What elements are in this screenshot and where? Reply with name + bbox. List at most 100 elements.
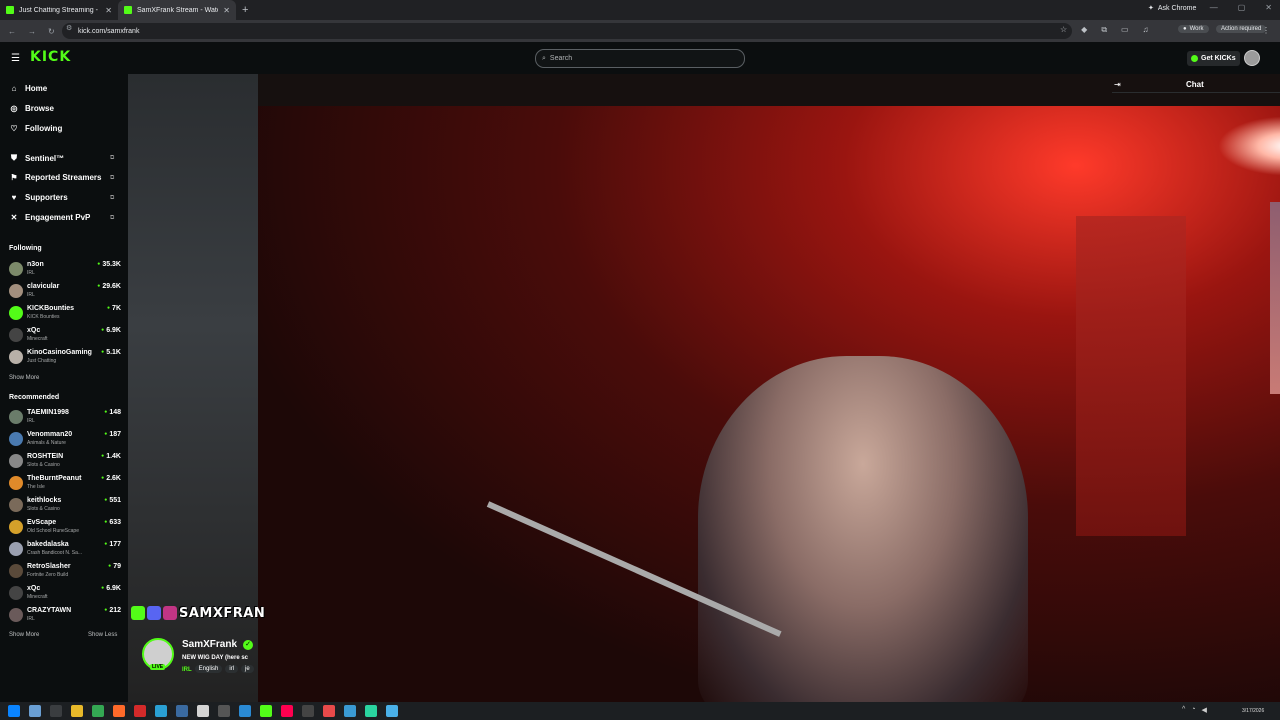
back-icon[interactable]: ← — [8, 27, 16, 36]
maximize-icon[interactable]: ▢ — [1238, 3, 1246, 12]
user-avatar[interactable] — [1244, 50, 1260, 66]
instagram-icon — [163, 606, 177, 620]
flag-icon: ⚑ — [10, 173, 18, 182]
calculator-icon[interactable] — [197, 705, 209, 717]
channel-item[interactable]: TheBurntPeanut The Isle 2.6K — [9, 474, 121, 494]
background-door — [1076, 216, 1186, 536]
video-player[interactable]: SAMXFRAN LIVE SamXFrank ✓ NEW WIG DAY (h… — [128, 74, 1280, 702]
app-icon[interactable] — [323, 705, 335, 717]
channel-item[interactable]: keithlocks Slots & Casino 551 — [9, 496, 121, 516]
browser-toolbar: ← → ↻ kick.com/samxfrank ⚙ ☆ ◆ ⧉ ▭ ♫ ● W… — [0, 20, 1280, 42]
site-info-icon[interactable]: ⚙ — [66, 24, 72, 32]
puzzle-icon[interactable]: ⧉ — [1101, 25, 1107, 35]
taskbar-clock[interactable]: 3/17/2026 — [1242, 708, 1264, 714]
reload-icon[interactable]: ↻ — [48, 27, 55, 36]
sidebar-item-engagement-pvp[interactable]: ✕ Engagement PvP — [9, 213, 91, 222]
channel-name: Venomman20 — [27, 431, 73, 438]
sidebar-item-home[interactable]: ⌂ Home — [9, 84, 48, 93]
minimize-icon[interactable]: — — [1210, 3, 1218, 12]
channel-item[interactable]: KICKBounties KICK Bounties 7K — [9, 304, 121, 324]
channel-category: IRL — [27, 418, 35, 424]
sidebar-item-reported-streamers[interactable]: ⚑ Reported Streamers — [9, 173, 101, 182]
channel-name: RetroSlasher — [27, 563, 71, 570]
ask-chrome-button[interactable]: ✦ Ask Chrome — [1148, 4, 1196, 13]
channel-item[interactable]: clavicular IRL 29.6K — [9, 282, 121, 302]
kick-header: ☰ KICK ⌕ Search Get KICKs — [0, 42, 1280, 74]
app-icon[interactable] — [239, 705, 251, 717]
browser-tab[interactable]: Just Chatting Streaming - Live ✕ — [0, 0, 118, 20]
extension-icon[interactable]: ◆ — [1081, 25, 1087, 35]
hamburger-menu-icon[interactable]: ☰ — [11, 53, 20, 64]
channel-item[interactable]: CRAZYTAWN IRL 212 — [9, 606, 121, 626]
channel-item[interactable]: RetroSlasher Fortnite Zero Build 79 — [9, 562, 121, 582]
sidebar-item-following[interactable]: ♡ Following — [9, 124, 62, 133]
windows-start-icon[interactable] — [8, 705, 20, 717]
app-icon[interactable] — [344, 705, 356, 717]
new-tab-button[interactable]: + — [236, 4, 254, 16]
search-input[interactable]: ⌕ Search — [535, 49, 745, 68]
browser-menu-icon[interactable]: ⋮ — [1262, 26, 1270, 35]
copilot-icon[interactable] — [29, 705, 41, 717]
channel-item[interactable]: TAEMIN1998 IRL 148 — [9, 408, 121, 428]
media-icon[interactable]: ♫ — [1143, 25, 1149, 35]
app-icon[interactable] — [365, 705, 377, 717]
tag-chip[interactable]: je — [241, 665, 254, 673]
channel-item[interactable]: bakedalaska Crash Bandicoot N. Sa... 177 — [9, 540, 121, 560]
streamer-name[interactable]: SamXFrank — [182, 639, 237, 650]
app-icon[interactable] — [218, 705, 230, 717]
channel-category: Old School RuneScape — [27, 528, 79, 534]
file-explorer-icon[interactable] — [71, 705, 83, 717]
app-icon[interactable] — [302, 705, 314, 717]
channel-name: xQc — [27, 585, 41, 592]
volume-icon[interactable]: ◀ — [1202, 706, 1207, 714]
firefox-icon[interactable] — [113, 705, 125, 717]
action-required-button[interactable]: Action required — [1216, 25, 1267, 33]
sidebar-item-sentinel[interactable]: ⛊ Sentinel™ — [9, 153, 64, 163]
kick-logo[interactable]: KICK — [30, 49, 71, 65]
kicks-coin-icon — [1191, 55, 1198, 62]
wifi-icon[interactable]: ◔ — [1191, 706, 1195, 714]
bookmark-star-icon[interactable]: ☆ — [1060, 25, 1067, 35]
tiktok-icon[interactable] — [281, 705, 293, 717]
channel-item[interactable]: xQc Minecraft 6.9K — [9, 326, 121, 346]
task-view-icon[interactable] — [50, 705, 62, 717]
home-icon: ⌂ — [11, 84, 17, 93]
address-bar[interactable]: kick.com/samxfrank — [62, 23, 1072, 39]
channel-item[interactable]: EvScape Old School RuneScape 633 — [9, 518, 121, 538]
opera-icon[interactable] — [134, 705, 146, 717]
channel-item[interactable]: xQc Minecraft 6.9K — [9, 584, 121, 604]
forward-icon[interactable]: → — [28, 27, 36, 36]
show-more-button[interactable]: Show More — [9, 632, 39, 638]
app-icon[interactable] — [386, 705, 398, 717]
profile-work-badge[interactable]: ● Work — [1178, 25, 1209, 33]
channel-name: CRAZYTAWN — [27, 607, 72, 614]
collapse-chat-icon[interactable]: ⇥ — [1114, 80, 1121, 89]
browser-tab-active[interactable]: SamXFrank Stream - Watch Liv ✕ — [118, 0, 236, 20]
heart-icon: ♥ — [11, 193, 17, 202]
channel-item[interactable]: n3on IRL 35.3K — [9, 260, 121, 280]
show-less-button[interactable]: Show Less — [88, 632, 117, 638]
edge-icon[interactable] — [155, 705, 167, 717]
channel-item[interactable]: Venomman20 Animals & Nature 187 — [9, 430, 121, 450]
photos-icon[interactable] — [176, 705, 188, 717]
tag-chip[interactable]: irl — [225, 665, 239, 673]
sidebar-item-browse[interactable]: ◎ Browse — [9, 104, 54, 113]
get-kicks-button[interactable]: Get KICKs — [1187, 51, 1240, 66]
channel-item[interactable]: KinoCasinoGaming Just Chatting 5.1K — [9, 348, 121, 368]
viewer-count: 1.4K — [101, 453, 121, 460]
chevron-up-icon[interactable]: ^ — [1182, 706, 1185, 714]
category-link[interactable]: IRL — [182, 665, 192, 673]
close-tab-icon[interactable]: ✕ — [105, 6, 112, 15]
show-more-button[interactable]: Show More — [9, 375, 39, 381]
close-tab-icon[interactable]: ✕ — [223, 6, 230, 15]
profile-avatar-icon: ● — [1183, 26, 1187, 32]
channel-item[interactable]: ROSHTEIN Slots & Casino 1.4K — [9, 452, 121, 472]
sidebar-item-label: Browse — [25, 104, 54, 113]
chrome-icon[interactable] — [92, 705, 104, 717]
sidebar-item-supporters[interactable]: ♥ Supporters — [9, 193, 68, 202]
split-view-icon[interactable]: ▭ — [1121, 25, 1129, 35]
tag-chip[interactable]: English — [194, 665, 223, 673]
verified-check-icon: ✓ — [243, 640, 253, 650]
close-window-icon[interactable]: ✕ — [1265, 3, 1272, 12]
app-icon[interactable] — [260, 705, 272, 717]
